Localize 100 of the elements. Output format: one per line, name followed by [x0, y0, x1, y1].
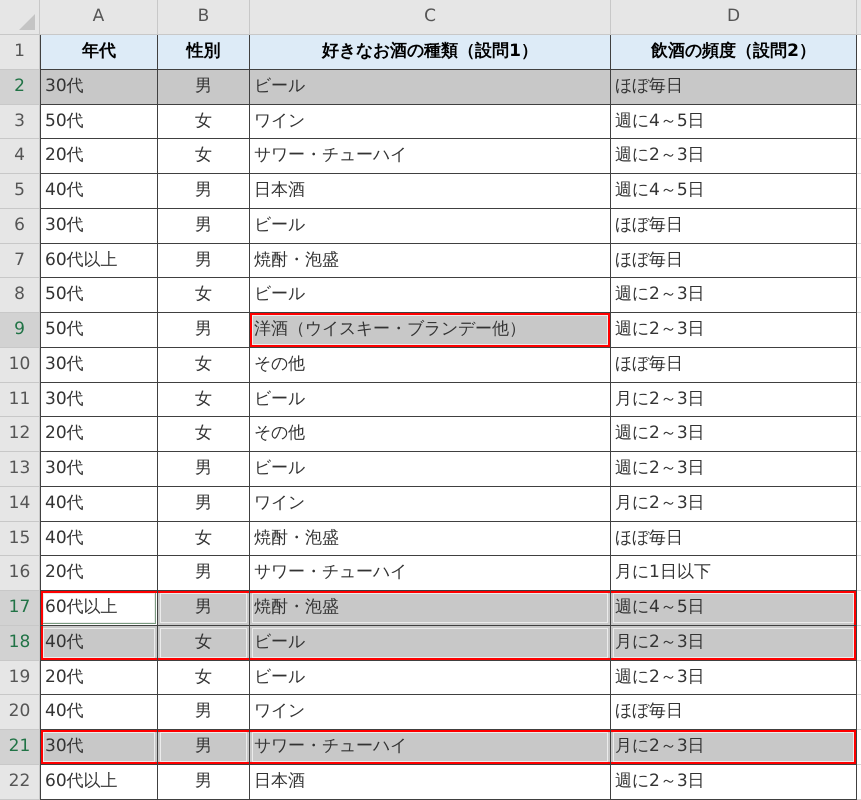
table-cell: ビール [250, 70, 611, 104]
table-cell: その他 [250, 348, 611, 382]
table-cell: 女 [158, 104, 250, 140]
row-header[interactable]: 17 [0, 591, 40, 626]
table-cell: 焼酎・泡盛 [250, 244, 611, 278]
table-cell: 男 [158, 452, 250, 487]
table-cell: ワイン [250, 104, 611, 140]
table-cell: 女 [158, 348, 250, 382]
row-header[interactable]: 8 [0, 278, 40, 313]
row-header[interactable]: 11 [0, 382, 40, 418]
table-cell: ほぼ毎日 [611, 522, 857, 556]
table-cell: 月に2～3日 [611, 626, 857, 660]
row-header[interactable]: 21 [0, 730, 40, 765]
row-header[interactable]: 20 [0, 695, 40, 730]
table-cell: サワー・チューハイ [250, 139, 611, 174]
table-cell: 60代以上 [40, 244, 158, 278]
row-header[interactable]: 7 [0, 244, 40, 278]
row-header[interactable]: 4 [0, 139, 40, 174]
column-header[interactable]: B [158, 0, 250, 35]
table-cell: 50代 [40, 104, 158, 140]
table-cell: 20代 [40, 417, 158, 452]
table-cell: 週に4～5日 [611, 591, 857, 626]
table-cell: ほぼ毎日 [611, 244, 857, 278]
column-header[interactable]: C [250, 0, 611, 35]
table-cell: 女 [158, 278, 250, 313]
table-cell: 30代 [40, 452, 158, 487]
table-cell: ビール [250, 452, 611, 487]
table-cell: 週に2～3日 [611, 139, 857, 174]
table-cell: 女 [158, 382, 250, 418]
table-cell: 男 [158, 764, 250, 800]
column-heading-cell: 年代 [40, 35, 158, 70]
table-cell: サワー・チューハイ [250, 556, 611, 591]
column-header[interactable]: A [40, 0, 158, 35]
table-cell: ワイン [250, 695, 611, 730]
table-cell: 30代 [40, 208, 158, 244]
row-header[interactable]: 16 [0, 556, 40, 591]
row-header[interactable]: 5 [0, 174, 40, 209]
table-cell: 日本酒 [250, 174, 611, 209]
row-header[interactable]: 13 [0, 452, 40, 487]
table-cell: 50代 [40, 313, 158, 348]
row-header[interactable]: 10 [0, 348, 40, 382]
table-cell: 30代 [40, 348, 158, 382]
row-header[interactable]: 1 [0, 35, 40, 70]
column-heading-cell: 好きなお酒の種類（設問1） [250, 35, 611, 70]
table-cell: 女 [158, 522, 250, 556]
row-header[interactable]: 14 [0, 486, 40, 522]
table-cell: ビール [250, 278, 611, 313]
table-cell: 月に2～3日 [611, 382, 857, 418]
table-cell: 日本酒 [250, 764, 611, 800]
table-cell: 50代 [40, 278, 158, 313]
table-cell: 20代 [40, 139, 158, 174]
table-cell: 男 [158, 244, 250, 278]
table-cell: 40代 [40, 486, 158, 522]
table-cell: 40代 [40, 522, 158, 556]
row-header[interactable]: 2 [0, 70, 40, 104]
table-cell: 男 [158, 174, 250, 209]
row-header[interactable]: 12 [0, 417, 40, 452]
table-cell: 男 [158, 70, 250, 104]
table-cell: ほぼ毎日 [611, 208, 857, 244]
table-cell: 週に2～3日 [611, 278, 857, 313]
table-cell: 週に4～5日 [611, 104, 857, 140]
row-header[interactable]: 6 [0, 208, 40, 244]
select-all-icon[interactable] [19, 14, 35, 30]
row-header[interactable]: 22 [0, 764, 40, 800]
row-header[interactable]: 18 [0, 626, 40, 660]
table-cell: 男 [158, 556, 250, 591]
table-cell: 男 [158, 486, 250, 522]
table-cell: ワイン [250, 486, 611, 522]
table-cell: 週に2～3日 [611, 417, 857, 452]
table-cell: ビール [250, 382, 611, 418]
table-cell: 40代 [40, 174, 158, 209]
table-cell: 20代 [40, 660, 158, 696]
table-cell: 女 [158, 417, 250, 452]
table-cell: 60代以上 [40, 591, 158, 626]
row-header[interactable]: 15 [0, 522, 40, 556]
row-header[interactable]: 3 [0, 104, 40, 140]
table-cell: 20代 [40, 556, 158, 591]
table-cell: 30代 [40, 730, 158, 765]
table-cell: 40代 [40, 695, 158, 730]
table-cell: ほぼ毎日 [611, 695, 857, 730]
table-cell: 男 [158, 313, 250, 348]
column-header[interactable]: D [611, 0, 857, 35]
table-cell: ビール [250, 626, 611, 660]
table-cell: 週に2～3日 [611, 313, 857, 348]
table-cell: ほぼ毎日 [611, 348, 857, 382]
table-cell: ビール [250, 660, 611, 696]
column-heading-cell: 性別 [158, 35, 250, 70]
table-cell: その他 [250, 417, 611, 452]
table-cell: 週に2～3日 [611, 764, 857, 800]
table-cell: 月に2～3日 [611, 730, 857, 765]
table-cell: 男 [158, 591, 250, 626]
column-heading-cell: 飲酒の頻度（設問2） [611, 35, 857, 70]
table-cell: 女 [158, 626, 250, 660]
row-header[interactable]: 9 [0, 313, 40, 348]
table-cell: 週に4～5日 [611, 174, 857, 209]
table-cell: 30代 [40, 70, 158, 104]
table-cell: 焼酎・泡盛 [250, 522, 611, 556]
row-header[interactable]: 19 [0, 660, 40, 696]
table-cell: ほぼ毎日 [611, 70, 857, 104]
table-cell: 30代 [40, 382, 158, 418]
